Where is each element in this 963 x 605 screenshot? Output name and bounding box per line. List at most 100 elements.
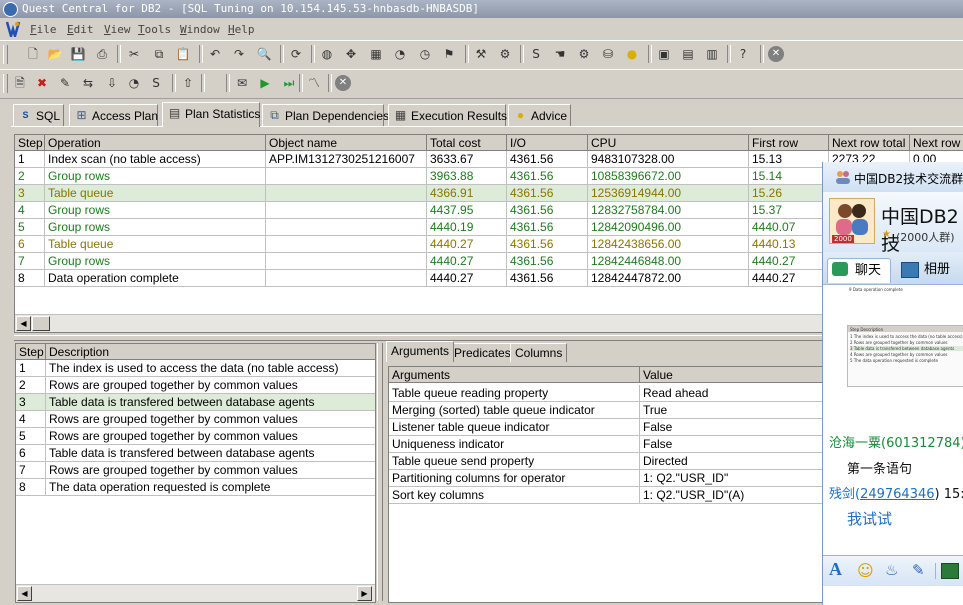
hand-icon[interactable]: ☚ bbox=[552, 46, 568, 62]
col-next-row-io-header[interactable]: Next row I... bbox=[910, 135, 963, 151]
col-cpu-cell: 12832758784.00 bbox=[588, 202, 749, 219]
col-io-cell: 4361.56 bbox=[507, 151, 588, 168]
col-step-cell: 4 bbox=[15, 202, 45, 219]
toolbar-grip bbox=[3, 74, 8, 93]
col-first-row-cell: 15.37 bbox=[749, 202, 829, 219]
open-icon[interactable]: 📂 bbox=[47, 46, 63, 62]
db-icon[interactable]: ⛁ bbox=[600, 46, 616, 62]
doc-icon[interactable]: 🗎 bbox=[12, 75, 28, 91]
globe-icon[interactable]: ◍ bbox=[319, 46, 335, 62]
tool2-icon[interactable]: ⚙ bbox=[497, 46, 513, 62]
comment-icon[interactable]: ✉ bbox=[234, 75, 250, 91]
refresh-icon[interactable]: ⟳ bbox=[288, 46, 304, 62]
col-object-name-header[interactable]: Object name bbox=[266, 135, 427, 151]
tile-v-icon[interactable]: ▥ bbox=[704, 46, 720, 62]
toolbar-separator bbox=[117, 45, 121, 63]
col-operation-header[interactable]: Operation bbox=[45, 135, 266, 151]
bulb-icon: ● bbox=[516, 108, 525, 122]
sql-icon[interactable]: S bbox=[148, 75, 164, 91]
chart-icon[interactable]: ◔ bbox=[392, 46, 408, 62]
col-cpu-cell: 10858396672.00 bbox=[588, 168, 749, 185]
note-icon[interactable]: ✎ bbox=[912, 561, 925, 579]
edit-icon[interactable]: ✎ bbox=[57, 75, 73, 91]
vertical-splitter[interactable] bbox=[377, 343, 383, 601]
graph-icon[interactable]: 〽 bbox=[306, 75, 322, 91]
thumb-text: 9 Data operation complete bbox=[849, 287, 903, 292]
tab-plan-statistics[interactable]: ▤ Plan Statistics bbox=[162, 102, 260, 127]
copy-icon[interactable]: ⧉ bbox=[151, 46, 167, 62]
paste-icon[interactable]: 📋 bbox=[175, 46, 191, 62]
new-icon[interactable]: 🗋 bbox=[25, 46, 41, 62]
tab-advice[interactable]: ● Advice bbox=[508, 104, 571, 126]
toolbar-separator bbox=[520, 45, 524, 63]
compass-icon[interactable]: ✥ bbox=[343, 46, 359, 62]
tool-icon[interactable]: ⚒ bbox=[473, 46, 489, 62]
menu-file[interactable]: File bbox=[30, 23, 57, 36]
tile-h-icon[interactable]: ▤ bbox=[680, 46, 696, 62]
clock-icon[interactable]: ◷ bbox=[417, 46, 433, 62]
col-io-header[interactable]: I/O bbox=[507, 135, 588, 151]
subtab-predicates[interactable]: Predicates bbox=[449, 343, 516, 362]
font-icon[interactable]: A bbox=[829, 559, 842, 580]
chat-image-thumbnail[interactable]: 9 Data operation complete Step Descripti… bbox=[847, 285, 963, 411]
print-icon[interactable]: ⎙ bbox=[94, 46, 110, 62]
cut-icon[interactable]: ✂ bbox=[126, 46, 142, 62]
grid-icon[interactable]: ▦ bbox=[368, 46, 384, 62]
scrollbar-thumb[interactable] bbox=[32, 316, 50, 331]
col-next-row-total-header[interactable]: Next row total bbox=[829, 135, 910, 151]
find-icon[interactable]: 🔍 bbox=[256, 46, 272, 62]
sender-id-link[interactable]: 249764346 bbox=[860, 487, 934, 502]
flag-icon[interactable]: ⚑ bbox=[441, 46, 457, 62]
col-step-header[interactable]: Step bbox=[15, 135, 45, 151]
qq-tab-chat[interactable]: 聊天 bbox=[827, 258, 891, 283]
splitter[interactable] bbox=[14, 335, 963, 341]
run-step-icon[interactable]: ⏭ bbox=[281, 75, 297, 91]
tab-plan-dependencies[interactable]: ⧉ Plan Dependencies bbox=[262, 104, 389, 126]
menu-help[interactable]: Help bbox=[228, 23, 255, 36]
chart-icon[interactable]: ◔ bbox=[126, 75, 142, 91]
help-icon[interactable]: ? bbox=[735, 46, 751, 62]
gear-icon[interactable]: ⚙ bbox=[576, 46, 592, 62]
undo-icon[interactable]: ↶ bbox=[207, 46, 223, 62]
window-icon[interactable]: ▣ bbox=[656, 46, 672, 62]
horizontal-scrollbar[interactable]: ◀ ▶ bbox=[16, 584, 375, 602]
toolbar-separator bbox=[226, 74, 230, 92]
subtab-columns[interactable]: Columns bbox=[510, 343, 568, 362]
redo-icon[interactable]: ↷ bbox=[231, 46, 247, 62]
qq-tab-album[interactable]: 相册 bbox=[901, 258, 963, 282]
stop-icon[interactable]: ✕ bbox=[768, 46, 784, 62]
col-description-header[interactable]: Description bbox=[46, 344, 375, 360]
toolbar-separator bbox=[311, 45, 315, 63]
menu-window[interactable]: Window bbox=[180, 23, 220, 36]
stop-icon[interactable]: ✕ bbox=[335, 75, 351, 91]
col-operation-cell: Table queue bbox=[45, 236, 266, 253]
col-step-header[interactable]: Step bbox=[16, 344, 46, 360]
scroll-left-icon[interactable]: ◀ bbox=[16, 316, 31, 331]
scroll-left-icon[interactable]: ◀ bbox=[17, 586, 32, 601]
horizontal-scrollbar[interactable]: ◀ bbox=[15, 314, 963, 332]
menu-tools[interactable]: Tools bbox=[138, 23, 171, 36]
run-icon[interactable]: ▶ bbox=[257, 75, 273, 91]
save-icon[interactable]: 💾 bbox=[70, 46, 86, 62]
import-icon[interactable]: ⇩ bbox=[104, 75, 120, 91]
subtab-arguments[interactable]: Arguments bbox=[386, 341, 455, 362]
menu-edit[interactable]: Edit bbox=[67, 23, 94, 36]
tab-access-plan[interactable]: ⊞ Access Plan bbox=[69, 104, 158, 126]
col-first-row-header[interactable]: First row bbox=[749, 135, 829, 151]
menu-view[interactable]: View bbox=[104, 23, 131, 36]
shake-icon[interactable]: ♨ bbox=[885, 561, 898, 579]
tab-execution-results[interactable]: ▦ Execution Results bbox=[388, 104, 507, 126]
export-icon[interactable]: ⇧ bbox=[180, 75, 196, 91]
bulb-icon[interactable]: ● bbox=[624, 46, 640, 62]
sql-icon[interactable]: S bbox=[528, 46, 544, 62]
col-arguments-header[interactable]: Arguments bbox=[389, 367, 640, 383]
qq-input-toolbar: A ☺ ♨ ✎ bbox=[823, 555, 963, 586]
emoji-icon[interactable]: ☺ bbox=[857, 561, 874, 580]
link-icon[interactable]: ⇆ bbox=[80, 75, 96, 91]
delete-icon[interactable]: ✖ bbox=[34, 75, 50, 91]
scroll-right-icon[interactable]: ▶ bbox=[357, 586, 372, 601]
col-cpu-header[interactable]: CPU bbox=[588, 135, 749, 151]
tab-sql[interactable]: S SQL bbox=[13, 104, 64, 126]
image-icon[interactable] bbox=[941, 563, 959, 579]
col-total-cost-header[interactable]: Total cost bbox=[427, 135, 507, 151]
